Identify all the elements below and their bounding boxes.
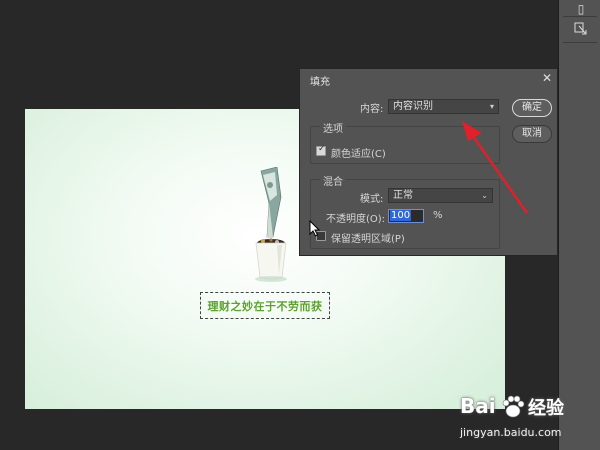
mode-select-value: 正常 (393, 190, 413, 201)
content-select-value: 内容识别 (393, 101, 433, 112)
options-group-title: 选项 (320, 120, 346, 135)
opacity-input[interactable]: 100 (388, 209, 424, 223)
money-plant-image (255, 167, 287, 282)
mouse-cursor-icon (309, 220, 321, 237)
dialog-title-bar[interactable]: 填充 ✕ (300, 69, 557, 89)
chevron-down-icon: ▾ (489, 102, 494, 111)
right-panel-strip: ▯ (558, 0, 600, 450)
fill-dialog: 填充 ✕ 内容: 内容识别 ▾ 确定 取消 选项 ✓ 颜色适应(C) 混合 模式… (299, 68, 558, 256)
preserve-transparency-label: 保留透明区域(P) (331, 234, 405, 245)
baidu-watermark: Bai 经验 jingyan.baidu.com (460, 392, 590, 442)
marquee-selection[interactable]: 理财之妙在于不劳而获 (200, 292, 330, 319)
opacity-label: 不透明度(O): (326, 214, 386, 225)
paths-panel-icon[interactable] (571, 22, 591, 40)
panel-divider (563, 16, 597, 17)
checkmark-icon: ✓ (318, 144, 326, 154)
watermark-url: jingyan.baidu.com (460, 426, 562, 439)
watermark-brand-right: 经验 (528, 398, 564, 419)
ok-button[interactable]: 确定 (512, 99, 552, 117)
blend-group-title: 混合 (320, 173, 346, 188)
watermark-brand-left: Bai (460, 394, 496, 418)
opacity-unit: % (433, 210, 443, 221)
chevron-down-icon: ⌄ (481, 191, 488, 200)
color-adapt-label: 颜色适应(C) (331, 149, 386, 160)
close-icon[interactable]: ✕ (542, 71, 552, 85)
caption-text: 理财之妙在于不劳而获 (207, 299, 323, 313)
mode-select[interactable]: 正常 ⌄ (388, 188, 493, 203)
paw-logo-icon (502, 395, 525, 418)
content-label: 内容: (360, 104, 384, 115)
content-select[interactable]: 内容识别 ▾ (388, 99, 499, 114)
opacity-value: 100 (390, 210, 412, 221)
color-adapt-checkbox[interactable]: ✓ (316, 144, 326, 156)
panel-divider (563, 42, 597, 43)
dialog-title: 填充 (310, 77, 330, 88)
cancel-button[interactable]: 取消 (512, 125, 552, 143)
mode-label: 模式: (360, 194, 384, 205)
